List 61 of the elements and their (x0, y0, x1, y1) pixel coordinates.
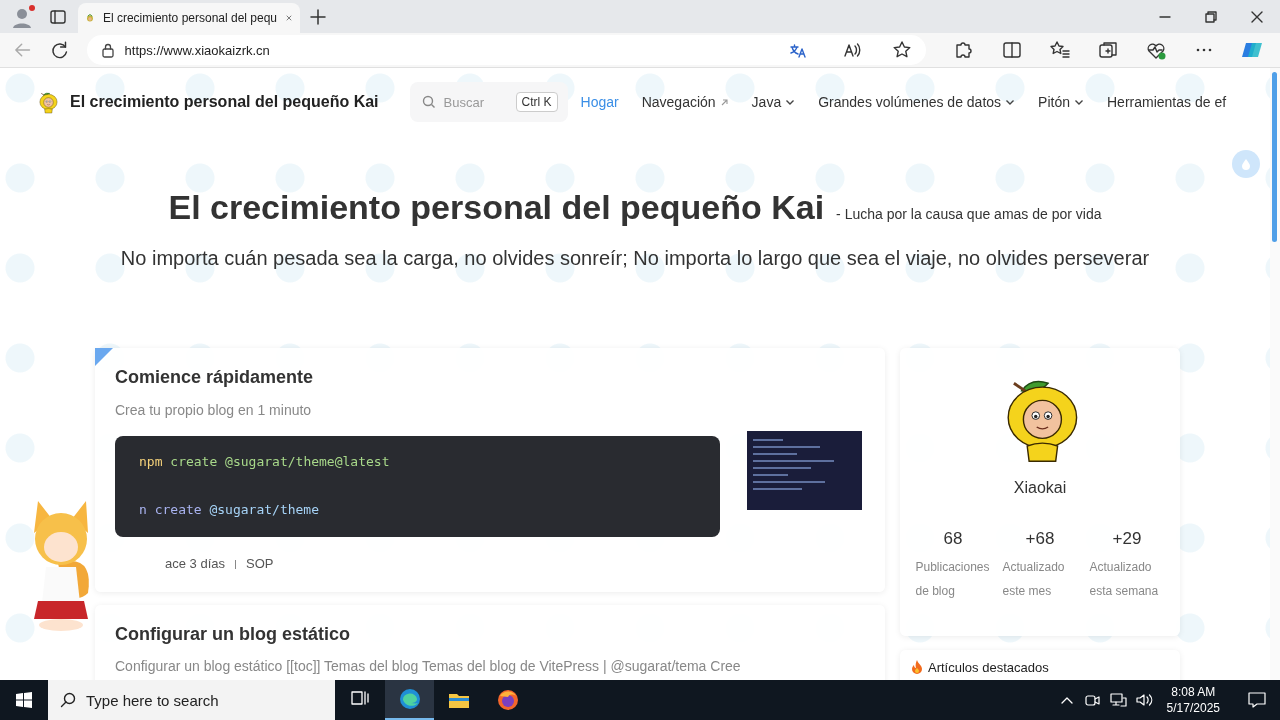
search-icon (421, 95, 436, 109)
fire-icon (910, 659, 924, 675)
restore-icon[interactable] (1204, 9, 1218, 24)
new-tab-icon[interactable] (308, 6, 328, 27)
chevron-down-icon (785, 98, 796, 106)
hero-subtitle: - Lucha por la causa que amas de por vida (836, 206, 1102, 222)
hero-tagline: No importa cuán pesada sea la carga, no olvides sonreír; No importa lo largo que sea el viaje, no olvides perseverar (119, 246, 1151, 271)
drop-icon (1241, 158, 1251, 170)
network-icon[interactable] (1108, 691, 1127, 709)
search-field[interactable]: Type here to search (48, 680, 335, 720)
stat-label: Publicaciones de blog (915, 559, 991, 600)
post-title[interactable]: Configurar un blog estático (115, 622, 865, 646)
post-card[interactable]: Configurar un blog estático Configurar un blog estático [[toc]] Temas del blog Temas del blog de VitePress | @sugarat/tema Cree (95, 605, 885, 680)
firefox-icon (495, 688, 520, 712)
lock-icon (100, 42, 115, 58)
close-icon[interactable] (1250, 9, 1264, 24)
notification-icon[interactable] (1247, 690, 1267, 710)
chevron-down-icon (1005, 98, 1016, 106)
post-title[interactable]: Comience rápidamente (115, 365, 865, 389)
external-link-icon (719, 97, 729, 107)
post-meta-text: ace 3 días (165, 556, 225, 572)
stat-label: Actualizado esta semana (1089, 559, 1160, 600)
nav-link[interactable]: Pitón (1038, 94, 1084, 110)
clock[interactable]: 8:08 AM 5/17/2025 (1160, 684, 1226, 716)
stat-value: 68 (942, 528, 964, 550)
stat-value: +29 (1111, 528, 1143, 550)
post-excerpt: Configurar un blog estático [[toc]] Temas del blog Temas del blog de VitePress | @sugarat/tema Cree (115, 658, 742, 674)
nav-link[interactable]: Grandes volúmenes de datos (818, 94, 1016, 110)
address-bar[interactable]: https://www.xiaokaizrk.cn (86, 35, 926, 65)
stat-label: Actualizado este mes (1002, 559, 1066, 600)
volume-icon[interactable] (1134, 691, 1153, 709)
nav-link[interactable]: Navegación (641, 94, 729, 110)
code-line: n create @sugarat/theme (139, 501, 321, 519)
search-icon (60, 692, 76, 708)
corner-mark (95, 348, 113, 366)
tab-title: El crecimiento personal del pequ (102, 11, 278, 25)
post-meta-text: SOP (246, 556, 274, 572)
browser-tab[interactable]: El crecimiento personal del pequ (78, 3, 300, 33)
lemon-logo-icon (36, 90, 60, 114)
windows-start-icon[interactable] (16, 692, 32, 708)
post-description: Crea tu propio blog en 1 minuto (115, 402, 313, 418)
code-line: npm create @sugarat/theme@latest (139, 453, 391, 471)
shortcut-key: Ctrl K (515, 92, 558, 112)
stat-value: +68 (1024, 528, 1056, 550)
edge-browser-icon (397, 687, 422, 711)
nav-link[interactable]: Herramientas de ef (1107, 94, 1227, 110)
taskbar-app-button[interactable] (385, 680, 434, 720)
url-text: https://www.xiaokaizrk.cn (124, 42, 271, 58)
scrollbar-thumb[interactable] (1272, 72, 1277, 242)
nav-link[interactable]: Java (751, 94, 796, 110)
nav-link[interactable]: Hogar (580, 94, 619, 110)
hero-title: El crecimiento personal del pequeño Kai (168, 187, 825, 228)
read-aloud-icon[interactable] (842, 40, 862, 60)
site-title[interactable]: El crecimiento personal del pequeño Kai (70, 93, 379, 111)
search-button[interactable]: Buscar Ctrl K (409, 82, 568, 122)
chevron-down-icon (1074, 98, 1084, 106)
post-card[interactable]: Comience rápidamente Crea tu propio blog en 1 minuto npm create @sugarat/theme@latest n create @sugarat/theme ace 3 días SOP (95, 348, 885, 592)
profile-name: Xiaokai (1013, 479, 1067, 497)
star-icon[interactable] (892, 40, 912, 60)
featured-title: Artículos destacados (928, 659, 1049, 675)
screenshot-thumbnail[interactable] (747, 431, 862, 510)
